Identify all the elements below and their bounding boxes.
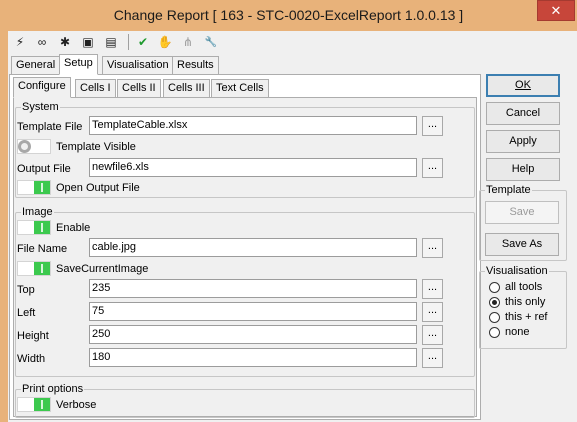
cancel-button[interactable]: Cancel [486,102,560,125]
top-input[interactable]: 235 [89,279,417,298]
output-file-input[interactable]: newfile6.xls [89,158,417,177]
template-visible-toggle[interactable] [17,139,51,154]
image-enable-label: Enable [56,222,91,234]
subtab-cells-ii[interactable]: Cells II [117,79,161,98]
output-file-label: Output File [17,163,71,175]
window: Change Report [ 163 - STC-0020-ExcelRepo… [0,0,577,422]
top-browse-button[interactable]: ... [422,279,443,299]
ok-button[interactable]: OK [486,74,560,97]
radio-none-label: none [505,326,530,338]
close-button[interactable]: ✕ [537,0,575,21]
open-output-file-toggle[interactable] [17,180,51,195]
visualisation-group: Visualisation all tools this only this +… [479,265,567,349]
height-browse-button[interactable]: ... [422,325,443,345]
system-group: System Template File TemplateCable.xlsx … [15,101,475,198]
width-browse-button[interactable]: ... [422,348,443,368]
template-save-button[interactable]: Save [485,201,559,224]
image-enable-toggle[interactable] [17,220,51,235]
configure-pane: System Template File TemplateCable.xlsx … [13,97,477,418]
save-current-image-toggle[interactable] [17,261,51,276]
radio-all-tools-label: all tools [505,281,543,293]
tab-general[interactable]: General [11,56,61,75]
toggle-knob [34,398,50,411]
print-options-group: Print options Verbose [15,383,475,418]
window-title: Change Report [ 163 - STC-0020-ExcelRepo… [113,7,464,23]
lightning-icon[interactable]: ⚡ [12,34,28,50]
template-group: Template Save Save As [479,184,567,261]
verbose-toggle[interactable] [17,397,51,412]
subtab-configure[interactable]: Configure [13,77,71,98]
top-label: Top [17,284,35,296]
width-label: Width [17,353,46,365]
visualisation-group-title: Visualisation [485,265,549,277]
setup-pane: Configure Cells I Cells II Cells III Tex… [9,74,481,420]
template-file-label: Template File [17,121,83,133]
verbose-label: Verbose [56,399,97,411]
toggle-knob [18,140,31,153]
wrench-icon[interactable]: 🔧 [203,34,219,50]
save-current-image-label: SaveCurrentImage [56,263,149,275]
console-icon[interactable]: ▣ [80,34,96,50]
tab-results[interactable]: Results [172,56,219,75]
help-button[interactable]: Help [486,158,560,181]
output-file-browse-button[interactable]: ... [422,158,443,178]
title-bar: Change Report [ 163 - STC-0020-ExcelRepo… [0,0,577,30]
toggle-knob [34,262,50,275]
tab-setup[interactable]: Setup [59,54,98,75]
toolbar-separator [128,34,129,50]
notes-icon[interactable]: ▤ [103,34,119,50]
radio-none[interactable] [489,327,500,338]
toggle-knob [34,181,50,194]
ok-button-label: OK [515,79,531,91]
close-icon: ✕ [550,3,562,18]
tab-visualisation[interactable]: Visualisation [102,56,174,75]
system-group-title: System [21,101,60,113]
toolbar: ⚡ ∞ ✱ ▣ ▤ ✔ ✋ ⋔ 🔧 [8,31,577,53]
radio-this-only-label: this only [505,296,546,308]
puzzle-icon[interactable]: ✱ [57,34,73,50]
subtab-cells-i[interactable]: Cells I [75,79,116,98]
image-group: Image Enable File Name cable.jpg ... Sav… [15,206,475,377]
file-name-label: File Name [17,243,68,255]
image-group-title: Image [21,206,54,218]
open-output-file-label: Open Output File [56,182,140,194]
link-icon[interactable]: ∞ [34,34,50,50]
hand-icon[interactable]: ✋ [157,34,173,50]
left-label: Left [17,307,36,319]
apply-button[interactable]: Apply [486,130,560,153]
checkmark-icon[interactable]: ✔ [135,34,151,50]
template-file-browse-button[interactable]: ... [422,116,443,136]
network-icon[interactable]: ⋔ [180,34,196,50]
subtab-cells-iii[interactable]: Cells III [163,79,210,98]
subtab-text-cells[interactable]: Text Cells [211,79,269,98]
file-name-browse-button[interactable]: ... [422,238,443,258]
height-input[interactable]: 250 [89,325,417,344]
file-name-input[interactable]: cable.jpg [89,238,417,257]
radio-this-only[interactable] [489,297,500,308]
template-group-title: Template [485,184,532,196]
radio-this-plus-ref[interactable] [489,312,500,323]
print-options-title: Print options [21,383,85,395]
toggle-knob [34,221,50,234]
left-browse-button[interactable]: ... [422,302,443,322]
dialog-client: ⚡ ∞ ✱ ▣ ▤ ✔ ✋ ⋔ 🔧 General Setup Visualis… [8,31,577,422]
template-visible-label: Template Visible [56,141,136,153]
template-file-input[interactable]: TemplateCable.xlsx [89,116,417,135]
radio-all-tools[interactable] [489,282,500,293]
radio-this-plus-ref-label: this + ref [505,311,548,323]
left-input[interactable]: 75 [89,302,417,321]
width-input[interactable]: 180 [89,348,417,367]
template-save-as-button[interactable]: Save As [485,233,559,256]
height-label: Height [17,330,49,342]
